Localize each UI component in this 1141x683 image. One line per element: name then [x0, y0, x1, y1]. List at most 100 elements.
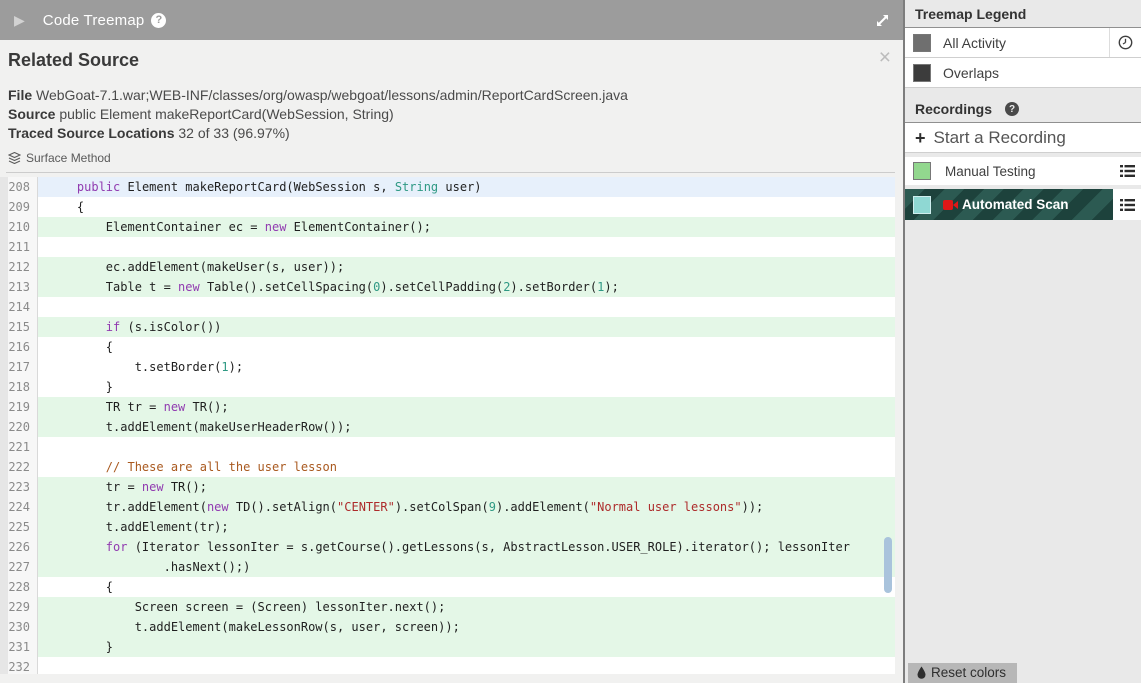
layers-icon [8, 152, 21, 164]
legend-item-all-activity[interactable]: All Activity [905, 28, 1141, 58]
treemap-help-icon[interactable]: ? [151, 12, 167, 28]
surface-method-tag: Surface Method [8, 151, 111, 165]
recordings-help-icon[interactable]: ? [1005, 102, 1020, 116]
line-text [38, 437, 895, 457]
start-recording-label: Start a Recording [933, 127, 1066, 147]
file-label: File [8, 87, 33, 103]
file-value: WebGoat-7.1.war;WEB-INF/classes/org/owas… [36, 87, 628, 103]
main-panel: ▶ Code Treemap ? Related Source × File W… [0, 0, 903, 683]
close-icon[interactable]: × [879, 47, 891, 68]
recording-main[interactable]: Manual Testing [905, 157, 1113, 185]
reset-colors-label: Reset colors [931, 665, 1007, 680]
code-line: 214 [0, 297, 895, 317]
app-window: ▶ Code Treemap ? Related Source × File W… [0, 0, 1141, 683]
source-metadata: File WebGoat-7.1.war;WEB-INF/classes/org… [8, 86, 888, 143]
traced-value: 32 of 33 (96.97%) [178, 125, 290, 141]
clock-icon [1118, 35, 1133, 50]
code-line: 213 Table t = new Table().setCellSpacing… [0, 277, 895, 297]
file-line: File WebGoat-7.1.war;WEB-INF/classes/org… [8, 86, 888, 105]
line-text: t.addElement(makeUserHeaderRow()); [38, 417, 895, 437]
code-line: 231 } [0, 637, 895, 657]
line-text: Screen screen = (Screen) lessonIter.next… [38, 597, 895, 617]
code-line: 219 TR tr = new TR(); [0, 397, 895, 417]
code-line: 217 t.setBorder(1); [0, 357, 895, 377]
code-line: 216 { [0, 337, 895, 357]
surface-method-label: Surface Method [26, 151, 111, 165]
plus-icon: + [915, 127, 926, 148]
code-viewer[interactable]: 208 public Element makeReportCard(WebSes… [0, 177, 895, 674]
start-recording-button[interactable]: + Start a Recording [905, 123, 1141, 153]
code-line: 223 tr = new TR(); [0, 477, 895, 497]
line-text [38, 237, 895, 257]
code-lines: 208 public Element makeReportCard(WebSes… [0, 177, 895, 674]
treemap-title: Code Treemap [42, 11, 145, 29]
line-text: .hasNext();) [38, 557, 895, 577]
expand-icon[interactable] [874, 12, 891, 29]
code-line: 209 { [0, 197, 895, 217]
recording-row-automated-scan[interactable]: Automated Scan [905, 189, 1141, 220]
overlaps-swatch [913, 63, 931, 82]
list-menu-icon [1119, 165, 1135, 177]
line-text: } [38, 637, 895, 657]
automated-scan-label: Automated Scan [962, 197, 1069, 212]
line-text: { [48, 580, 114, 594]
line-text [38, 657, 895, 674]
line-text: t.setBorder(1); [48, 360, 244, 374]
all-activity-swatch [913, 33, 931, 52]
manual-testing-swatch [913, 162, 931, 180]
recording-row-manual-testing[interactable]: Manual Testing [905, 157, 1141, 185]
list-menu-icon [1119, 198, 1135, 211]
code-line: 230 t.addElement(makeLessonRow(s, user, … [0, 617, 895, 637]
reset-colors-button[interactable]: Reset colors [908, 663, 1018, 683]
collapse-arrow-icon[interactable]: ▶ [14, 12, 25, 29]
all-activity-time-button[interactable] [1109, 28, 1141, 57]
code-scrollbar-thumb[interactable] [884, 537, 892, 593]
code-line: 229 Screen screen = (Screen) lessonIter.… [0, 597, 895, 617]
traced-label: Traced Source Locations [8, 125, 175, 141]
line-text: ec.addElement(makeUser(s, user)); [38, 257, 895, 277]
code-line: 227 .hasNext();) [0, 557, 895, 577]
legend-item-overlaps[interactable]: Overlaps [905, 58, 1141, 88]
all-activity-label: All Activity [943, 34, 1007, 51]
related-source-title: Related Source [8, 50, 140, 70]
code-line: 225 t.addElement(tr); [0, 517, 895, 537]
line-text: TR tr = new TR(); [38, 397, 895, 417]
recordings-heading-label: Recordings [915, 101, 993, 117]
legend-heading: Treemap Legend [905, 0, 1141, 28]
automated-scan-swatch [913, 195, 931, 214]
line-text: if (s.isColor()) [38, 317, 895, 337]
line-text [38, 297, 895, 317]
code-left-strip [0, 177, 8, 674]
line-text: // These are all the user lesson [105, 460, 337, 474]
overlaps-label: Overlaps [943, 64, 1000, 81]
code-line: 212 ec.addElement(makeUser(s, user)); [0, 257, 895, 277]
line-text: for (Iterator lessonIter = s.getCourse()… [38, 537, 895, 557]
automated-scan-menu-button[interactable] [1113, 189, 1141, 220]
line-text: } [48, 380, 114, 394]
code-line: 232 [0, 657, 895, 674]
recording-main[interactable]: Automated Scan [905, 189, 1113, 220]
treemap-header: ▶ Code Treemap ? [0, 0, 903, 40]
manual-testing-menu-button[interactable] [1113, 157, 1141, 185]
code-line: 222 // These are all the user lesson [0, 457, 895, 477]
code-line: 211 [0, 237, 895, 257]
treemap-sidebar: Treemap Legend All Activity Overlaps Rec… [903, 0, 1141, 683]
code-line: 208 public Element makeReportCard(WebSes… [0, 177, 895, 197]
divider [6, 172, 895, 173]
line-text: t.addElement(makeLessonRow(s, user, scre… [38, 617, 895, 637]
code-line: 215 if (s.isColor()) [0, 317, 895, 337]
manual-testing-label: Manual Testing [945, 163, 1036, 179]
line-text: Table t = new Table().setCellSpacing(0).… [38, 277, 895, 297]
code-line: 210 ElementContainer ec = new ElementCon… [0, 217, 895, 237]
code-line: 226 for (Iterator lessonIter = s.getCour… [0, 537, 895, 557]
code-line: 220 t.addElement(makeUserHeaderRow()); [0, 417, 895, 437]
droplet-icon [917, 666, 926, 679]
line-text: { [48, 340, 114, 354]
code-line: 218 } [0, 377, 895, 397]
recordings-heading: Recordings ? [905, 95, 1141, 123]
source-value: public Element makeReportCard(WebSession… [59, 106, 394, 122]
line-text: { [48, 200, 85, 214]
line-text: tr.addElement(new TD().setAlign("CENTER"… [38, 497, 895, 517]
code-line: 228 { [0, 577, 895, 597]
video-camera-icon [943, 199, 958, 210]
